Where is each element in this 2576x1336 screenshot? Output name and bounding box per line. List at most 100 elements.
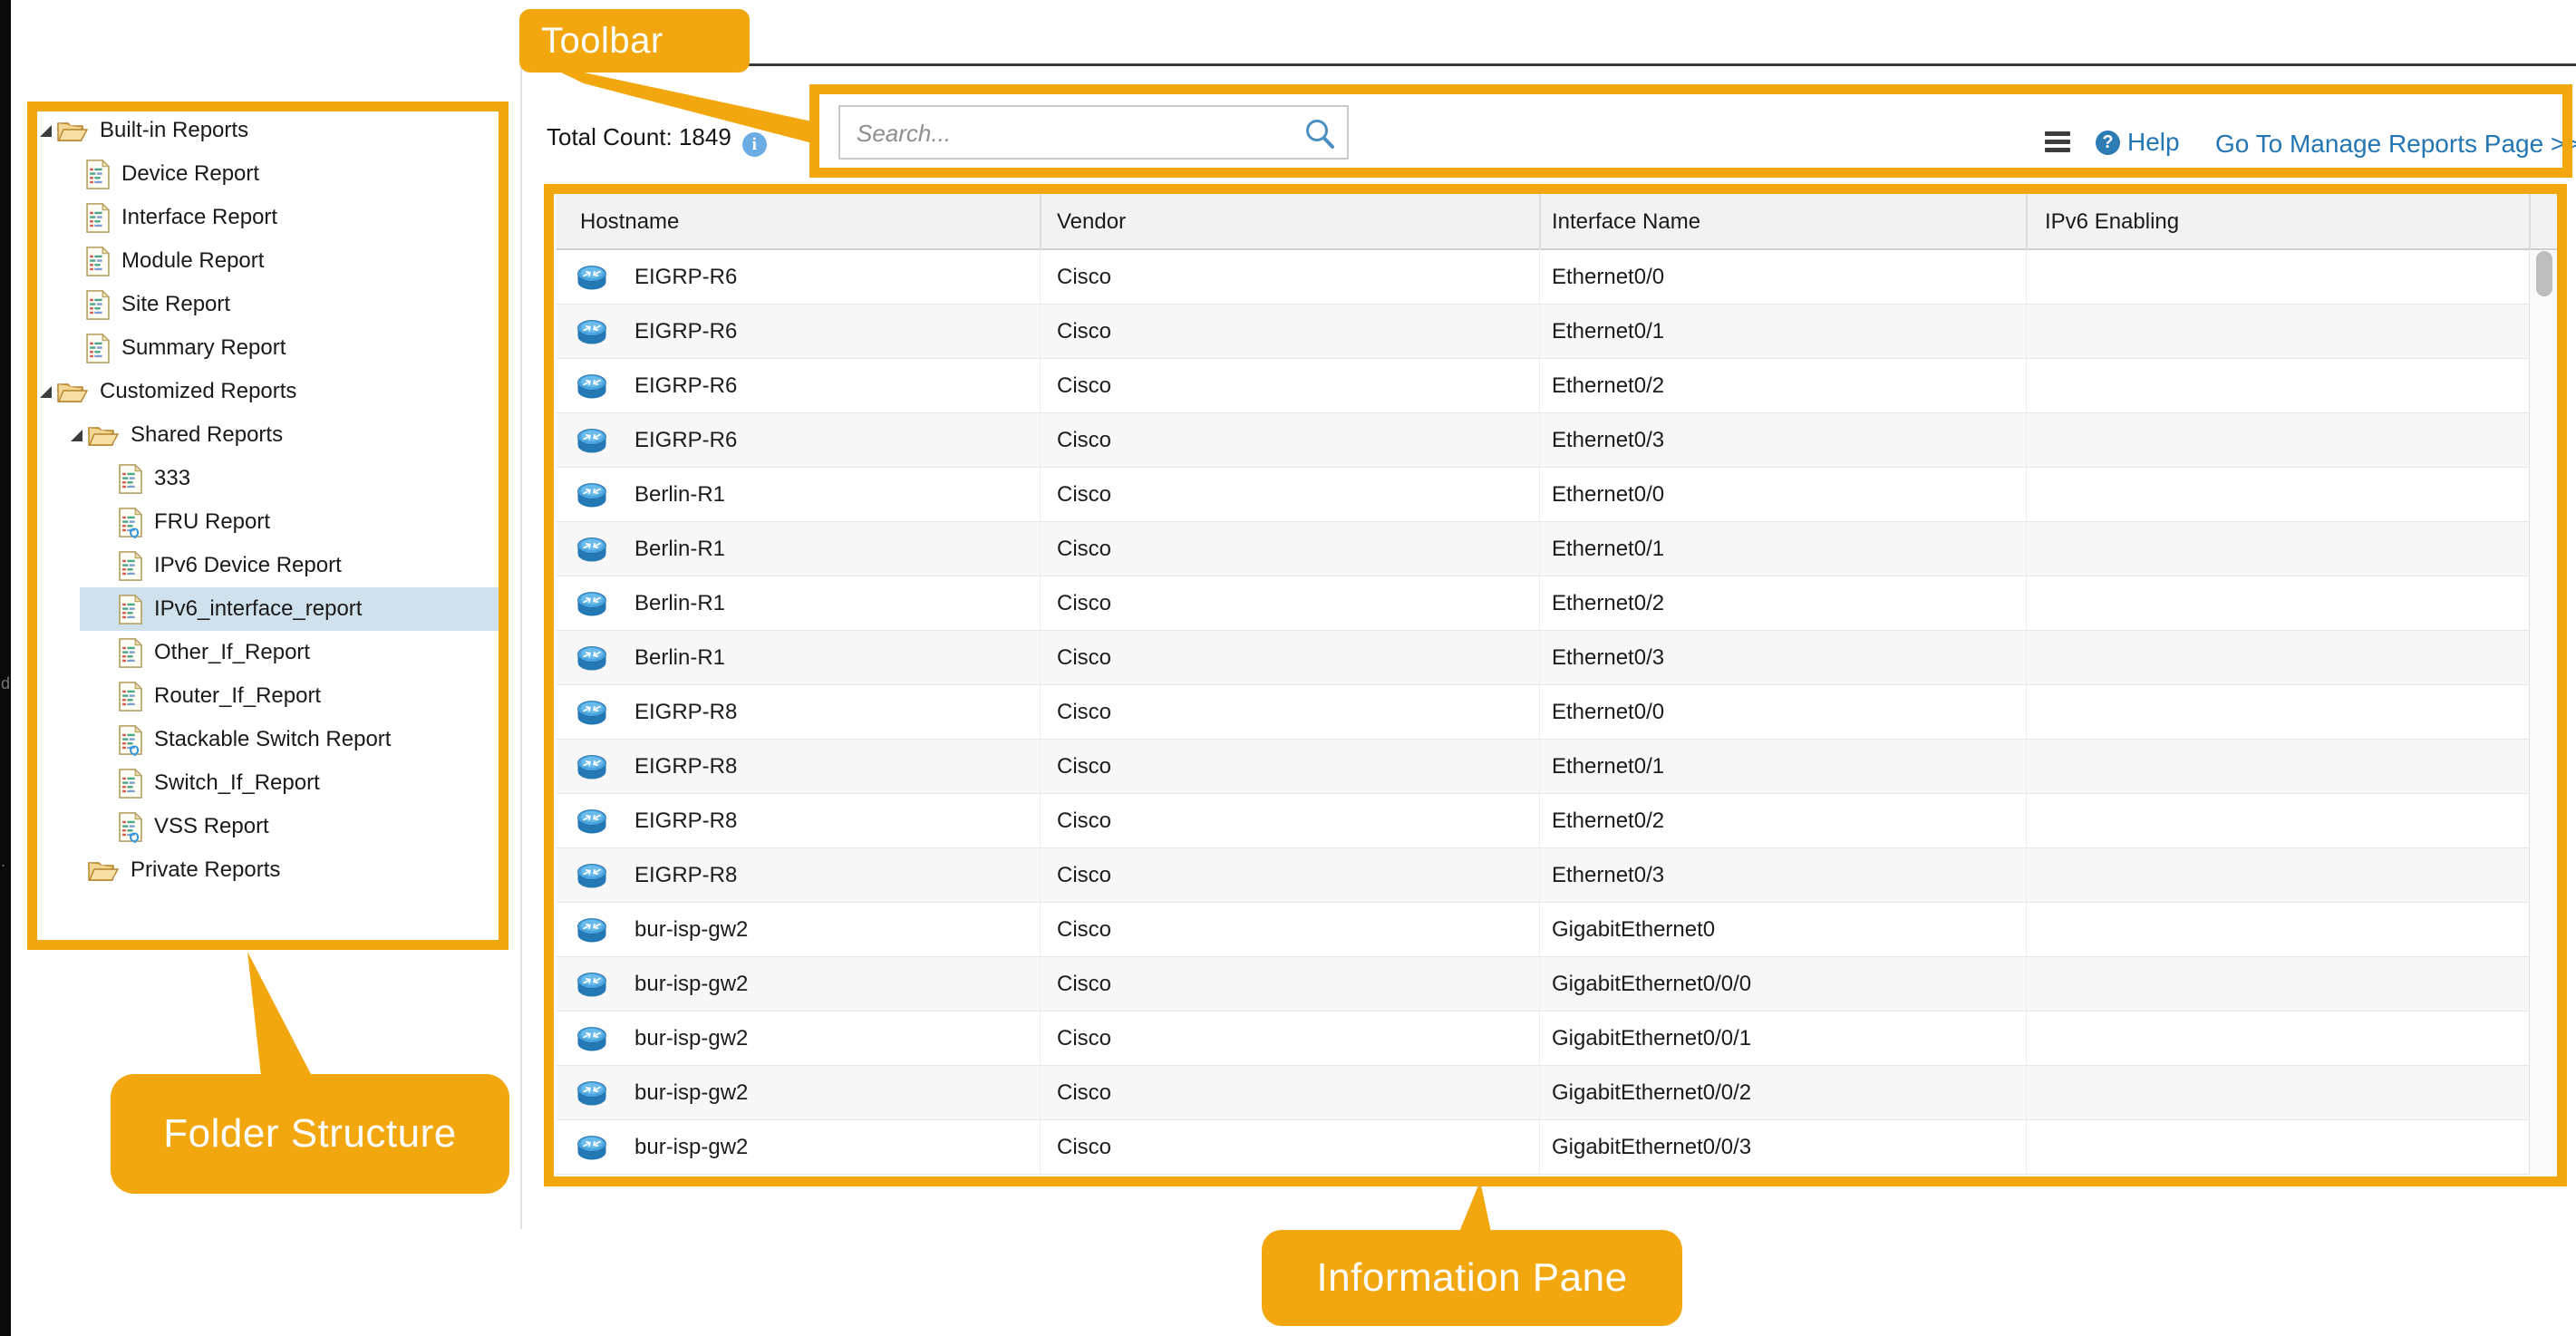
information-pane-callout-label: Information Pane xyxy=(1316,1255,1627,1301)
tree-item[interactable]: Interface Report xyxy=(11,196,542,239)
tree-item[interactable]: QStackable Switch Report xyxy=(11,718,542,761)
router-icon xyxy=(575,808,609,836)
tree-item-label: IPv6_interface_report xyxy=(154,587,362,631)
header-column-divider xyxy=(1539,194,1541,250)
menu-icon[interactable] xyxy=(2045,131,2070,156)
info-icon[interactable]: i xyxy=(742,132,767,157)
information-pane-callout: Information Pane xyxy=(1262,1230,1682,1326)
tree-item[interactable]: Device Report xyxy=(11,152,542,196)
table-row[interactable]: EIGRP-R6CiscoEthernet0/1 xyxy=(557,305,2529,359)
table-row[interactable]: Berlin-R1CiscoEthernet0/1 xyxy=(557,522,2529,576)
help-label: Help xyxy=(2127,128,2180,157)
cell-vendor: Cisco xyxy=(1057,576,1111,630)
tree-item[interactable]: Module Report xyxy=(11,239,542,283)
report-icon xyxy=(118,594,143,625)
tree-item[interactable]: QFRU Report xyxy=(11,500,542,544)
table-row[interactable]: EIGRP-R6CiscoEthernet0/2 xyxy=(557,359,2529,413)
table-row[interactable]: EIGRP-R6CiscoEthernet0/0 xyxy=(557,250,2529,305)
cell-interface: Ethernet0/2 xyxy=(1552,576,1664,630)
router-icon xyxy=(575,916,609,944)
cell-vendor: Cisco xyxy=(1057,522,1111,576)
table-row[interactable]: Berlin-R1CiscoEthernet0/0 xyxy=(557,468,2529,522)
vertical-scrollbar-thumb[interactable] xyxy=(2536,251,2552,296)
tree-item[interactable]: 333 xyxy=(11,457,542,500)
cell-hostname: EIGRP-R6 xyxy=(634,305,737,358)
cell-hostname: bur-isp-gw2 xyxy=(634,957,748,1011)
column-header-interface[interactable]: Interface Name xyxy=(1552,194,1700,250)
tree-item-label: Summary Report xyxy=(121,326,286,370)
cell-hostname: EIGRP-R6 xyxy=(634,413,737,467)
cell-interface: Ethernet0/3 xyxy=(1552,413,1664,467)
tree-item-label: Customized Reports xyxy=(100,370,296,413)
tree-item-label: Site Report xyxy=(121,283,230,326)
cell-hostname: EIGRP-R6 xyxy=(634,250,737,304)
table-row[interactable]: EIGRP-R6CiscoEthernet0/3 xyxy=(557,413,2529,468)
router-icon xyxy=(575,318,609,346)
cell-interface: Ethernet0/2 xyxy=(1552,359,1664,412)
tree-item[interactable]: Summary Report xyxy=(11,326,542,370)
table-row[interactable]: EIGRP-R8CiscoEthernet0/3 xyxy=(557,848,2529,903)
search-icon[interactable] xyxy=(1302,116,1338,152)
tree-item-label: IPv6 Device Report xyxy=(154,544,342,587)
cell-hostname: bur-isp-gw2 xyxy=(634,1120,748,1174)
expander-icon[interactable] xyxy=(40,125,52,137)
table-header: Hostname Vendor Interface Name IPv6 Enablin… xyxy=(557,194,2557,250)
total-count-text: Total Count: 1849 xyxy=(547,123,731,150)
tree-item[interactable]: Customized Reports xyxy=(11,370,542,413)
table-row[interactable]: EIGRP-R8CiscoEthernet0/1 xyxy=(557,740,2529,794)
tree-item-label: FRU Report xyxy=(154,500,270,544)
router-icon xyxy=(575,862,609,890)
toolbar-callout-label: Toolbar xyxy=(541,21,663,62)
cell-interface: GigabitEthernet0/0/2 xyxy=(1552,1066,1751,1119)
table-row[interactable]: EIGRP-R8CiscoEthernet0/0 xyxy=(557,685,2529,740)
router-icon xyxy=(575,1079,609,1108)
tree-item[interactable]: Private Reports xyxy=(11,848,542,892)
table-row[interactable]: bur-isp-gw2CiscoGigabitEthernet0/0/3 xyxy=(557,1120,2529,1175)
table-row[interactable]: bur-isp-gw2CiscoGigabitEthernet0/0/0 xyxy=(557,957,2529,1012)
help-button[interactable]: ? Help xyxy=(2096,128,2180,157)
cell-vendor: Cisco xyxy=(1057,468,1111,521)
tree-item[interactable]: Site Report xyxy=(11,283,542,326)
header-column-divider xyxy=(2529,194,2531,250)
table-row[interactable]: bur-isp-gw2CiscoGigabitEthernet0/0/2 xyxy=(557,1066,2529,1120)
cell-interface: Ethernet0/0 xyxy=(1552,468,1664,521)
table-row[interactable]: Berlin-R1CiscoEthernet0/3 xyxy=(557,631,2529,685)
cell-vendor: Cisco xyxy=(1057,305,1111,358)
vertical-scrollbar[interactable] xyxy=(2529,250,2558,1175)
tree-item[interactable]: Other_If_Report xyxy=(11,631,542,674)
tree-item[interactable]: Q VSS Report xyxy=(11,805,542,848)
tree-item[interactable]: Switch_If_Report xyxy=(11,761,542,805)
router-icon xyxy=(575,536,609,564)
column-header-ipv6[interactable]: IPv6 Enabling xyxy=(2045,194,2179,250)
tree-item[interactable]: IPv6 Device Report xyxy=(11,544,542,587)
search-input[interactable] xyxy=(840,107,1312,160)
router-icon xyxy=(575,699,609,727)
tree-item-label: VSS Report xyxy=(154,805,269,848)
cell-vendor: Cisco xyxy=(1057,794,1111,847)
column-divider xyxy=(1040,250,1041,1175)
cell-vendor: Cisco xyxy=(1057,957,1111,1011)
query-report-icon: Q xyxy=(118,724,143,756)
tree-item[interactable]: IPv6_interface_report xyxy=(11,587,542,631)
column-header-hostname[interactable]: Hostname xyxy=(580,194,679,250)
cell-hostname: Berlin-R1 xyxy=(634,522,725,576)
question-icon: ? xyxy=(2096,131,2120,155)
tree-item-label: Interface Report xyxy=(121,196,277,239)
table-row[interactable]: bur-isp-gw2CiscoGigabitEthernet0/0/1 xyxy=(557,1012,2529,1066)
table-row[interactable]: EIGRP-R8CiscoEthernet0/2 xyxy=(557,794,2529,848)
table-row[interactable]: bur-isp-gw2CiscoGigabitEthernet0 xyxy=(557,903,2529,957)
manage-reports-link[interactable]: Go To Manage Reports Page >> xyxy=(2215,130,2576,159)
tree-item[interactable]: Router_If_Report xyxy=(11,674,542,718)
cell-hostname: bur-isp-gw2 xyxy=(634,1012,748,1065)
svg-text:Q: Q xyxy=(129,830,139,842)
column-header-vendor[interactable]: Vendor xyxy=(1057,194,1126,250)
table-row[interactable]: Berlin-R1CiscoEthernet0/2 xyxy=(557,576,2529,631)
folder-structure-callout-label: Folder Structure xyxy=(163,1111,456,1157)
expander-icon[interactable] xyxy=(71,430,82,441)
tree-item[interactable]: Built-in Reports xyxy=(11,109,542,152)
router-icon xyxy=(575,264,609,292)
expander-icon[interactable] xyxy=(40,386,52,398)
folder-open-icon xyxy=(87,858,120,883)
tree-item[interactable]: Shared Reports xyxy=(11,413,542,457)
router-icon xyxy=(575,427,609,455)
